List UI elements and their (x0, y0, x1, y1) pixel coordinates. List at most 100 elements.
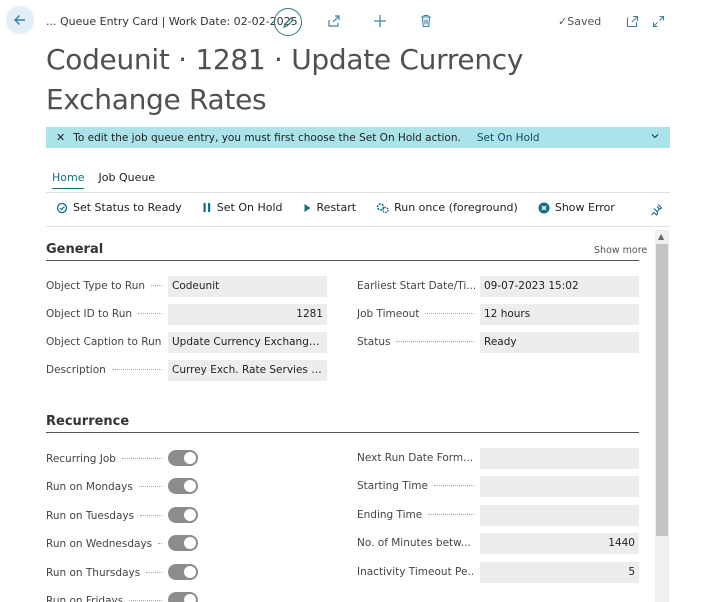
expand-button[interactable] (650, 13, 666, 29)
field-ending-time: Ending Time (357, 504, 639, 526)
show-error-label: Show Error (554, 201, 615, 214)
field-no-of-minutes-betw: No. of Minutes betw... 1440 (357, 533, 639, 555)
open-new-window-button[interactable] (624, 13, 640, 29)
toggle-switch[interactable] (168, 592, 198, 602)
set-on-hold-label: Set On Hold (216, 201, 283, 214)
banner-message: To edit the job queue entry, you must fi… (73, 131, 461, 144)
actions-bar: Set Status to Ready Set On Hold Restart … (56, 201, 635, 214)
toggle-switch[interactable] (168, 563, 198, 580)
field-label: Run on Thursdays (46, 566, 141, 579)
pause-icon (203, 203, 210, 212)
field-run-on-thursdays: Run on Thursdays (46, 563, 200, 583)
check-icon: ✓ (558, 15, 568, 28)
field-label: Ending Time (357, 508, 423, 521)
field-value[interactable]: 1440 (480, 533, 639, 555)
restart-label: Restart (316, 201, 357, 214)
show-more-link[interactable]: Show more (594, 245, 647, 256)
toggle-switch[interactable] (168, 506, 198, 523)
field-value[interactable]: 5 (480, 561, 639, 583)
field-object-id-to-run: Object ID to Run 1281 (46, 304, 327, 325)
field-label: Next Run Date Form... (357, 452, 474, 464)
status-refresh-icon (56, 202, 68, 213)
pin-icon (651, 204, 663, 216)
show-error-button[interactable]: Show Error (538, 201, 615, 214)
field-label: Object Caption to Run (46, 336, 162, 348)
field-value[interactable]: 09-07-2023 15:02 (480, 276, 639, 297)
field-label: Description (46, 364, 106, 376)
saved-label: Saved (567, 15, 602, 28)
leader-dots (111, 369, 162, 370)
toggle-switch[interactable] (168, 535, 198, 552)
field-value[interactable] (480, 504, 639, 526)
page-title: Codeunit · 1281 · Update Currency Exchan… (46, 43, 524, 116)
field-label: Run on Mondays (46, 481, 133, 494)
toggle-switch[interactable] (168, 478, 198, 495)
top-bar: ... Queue Entry Card | Work Date: 02-02-… (0, 0, 706, 44)
leader-dots (138, 313, 162, 314)
field-value[interactable] (480, 476, 639, 498)
set-status-ready-button[interactable]: Set Status to Ready (56, 201, 182, 214)
leader-dots (140, 514, 162, 516)
scroll-up-icon[interactable]: ▲ (658, 232, 664, 241)
field-run-on-fridays: Run on Fridays (46, 591, 200, 602)
field-value[interactable] (480, 448, 639, 469)
leader-dots (129, 600, 162, 601)
leader-dots (151, 285, 162, 286)
field-label: No. of Minutes betw... (357, 537, 471, 550)
chevron-down-icon[interactable] (650, 131, 660, 144)
field-label: Object Type to Run (46, 280, 146, 292)
leader-dots (121, 458, 162, 459)
field-job-timeout: Job Timeout 12 hours (357, 304, 639, 325)
field-label: Recurring Job (46, 453, 116, 465)
share-icon (328, 15, 340, 27)
general-section-title[interactable]: General (46, 242, 103, 257)
gears-icon (376, 202, 389, 213)
close-icon[interactable]: ✕ (56, 131, 65, 144)
field-value[interactable]: Currey Exch. Rate Servies - rec... (168, 360, 327, 381)
field-run-on-wednesdays: Run on Wednesdays (46, 534, 200, 554)
field-value[interactable]: Ready (480, 332, 639, 353)
field-next-run-date-form: Next Run Date Form... (357, 448, 639, 469)
action-tabs: Home Job Queue (52, 171, 155, 189)
field-label: Run on Wednesdays (46, 538, 153, 551)
set-on-hold-button[interactable]: Set On Hold (202, 201, 283, 214)
back-button[interactable] (6, 6, 34, 34)
pin-actions-button[interactable] (650, 203, 663, 219)
field-starting-time: Starting Time (357, 476, 639, 498)
general-section-divider (46, 260, 639, 261)
field-inactivity-timeout-pe: Inactivity Timeout Pe... 5 (357, 561, 639, 583)
new-button[interactable] (372, 13, 388, 29)
delete-button[interactable] (418, 13, 434, 29)
tab-home[interactable]: Home (52, 171, 85, 189)
trash-icon (421, 14, 431, 28)
field-label: Status (357, 336, 391, 348)
field-value[interactable]: 12 hours (480, 304, 639, 325)
leader-dots (425, 313, 474, 314)
banner-set-on-hold-link[interactable]: Set On Hold (477, 132, 540, 144)
field-object-caption-to-run: Object Caption to Run Update Currency Exc… (46, 332, 327, 353)
recurrence-section-divider (46, 432, 639, 433)
share-button[interactable] (326, 13, 342, 29)
run-once-button[interactable]: Run once (foreground) (376, 201, 518, 214)
recurrence-section-title[interactable]: Recurrence (46, 414, 129, 429)
field-earliest-start-date-ti: Earliest Start Date/Ti... 09-07-2023 15:0… (357, 276, 639, 297)
edit-button[interactable] (274, 8, 302, 36)
field-run-on-mondays: Run on Mondays (46, 477, 200, 497)
toggle-switch[interactable] (168, 450, 198, 466)
tab-job-queue[interactable]: Job Queue (98, 171, 155, 189)
scrollbar-thumb[interactable] (656, 244, 668, 536)
leader-dots (428, 513, 474, 515)
actions-divider (46, 226, 670, 227)
pencil-icon (282, 16, 294, 28)
field-status: Status Ready (357, 332, 639, 353)
field-value[interactable]: 1281 (168, 304, 327, 325)
breadcrumb[interactable]: ... Queue Entry Card | Work Date: 02-02-… (46, 15, 298, 28)
plus-icon (374, 15, 386, 27)
field-value[interactable]: Codeunit (168, 276, 327, 297)
field-label: Run on Tuesdays (46, 509, 135, 522)
field-value[interactable]: Update Currency Exchange Rat... (168, 332, 327, 353)
field-object-type-to-run: Object Type to Run Codeunit (46, 276, 327, 297)
field-description: Description Currey Exch. Rate Servies - r… (46, 360, 327, 381)
field-label: Object ID to Run (46, 308, 133, 320)
restart-button[interactable]: Restart (303, 201, 357, 214)
